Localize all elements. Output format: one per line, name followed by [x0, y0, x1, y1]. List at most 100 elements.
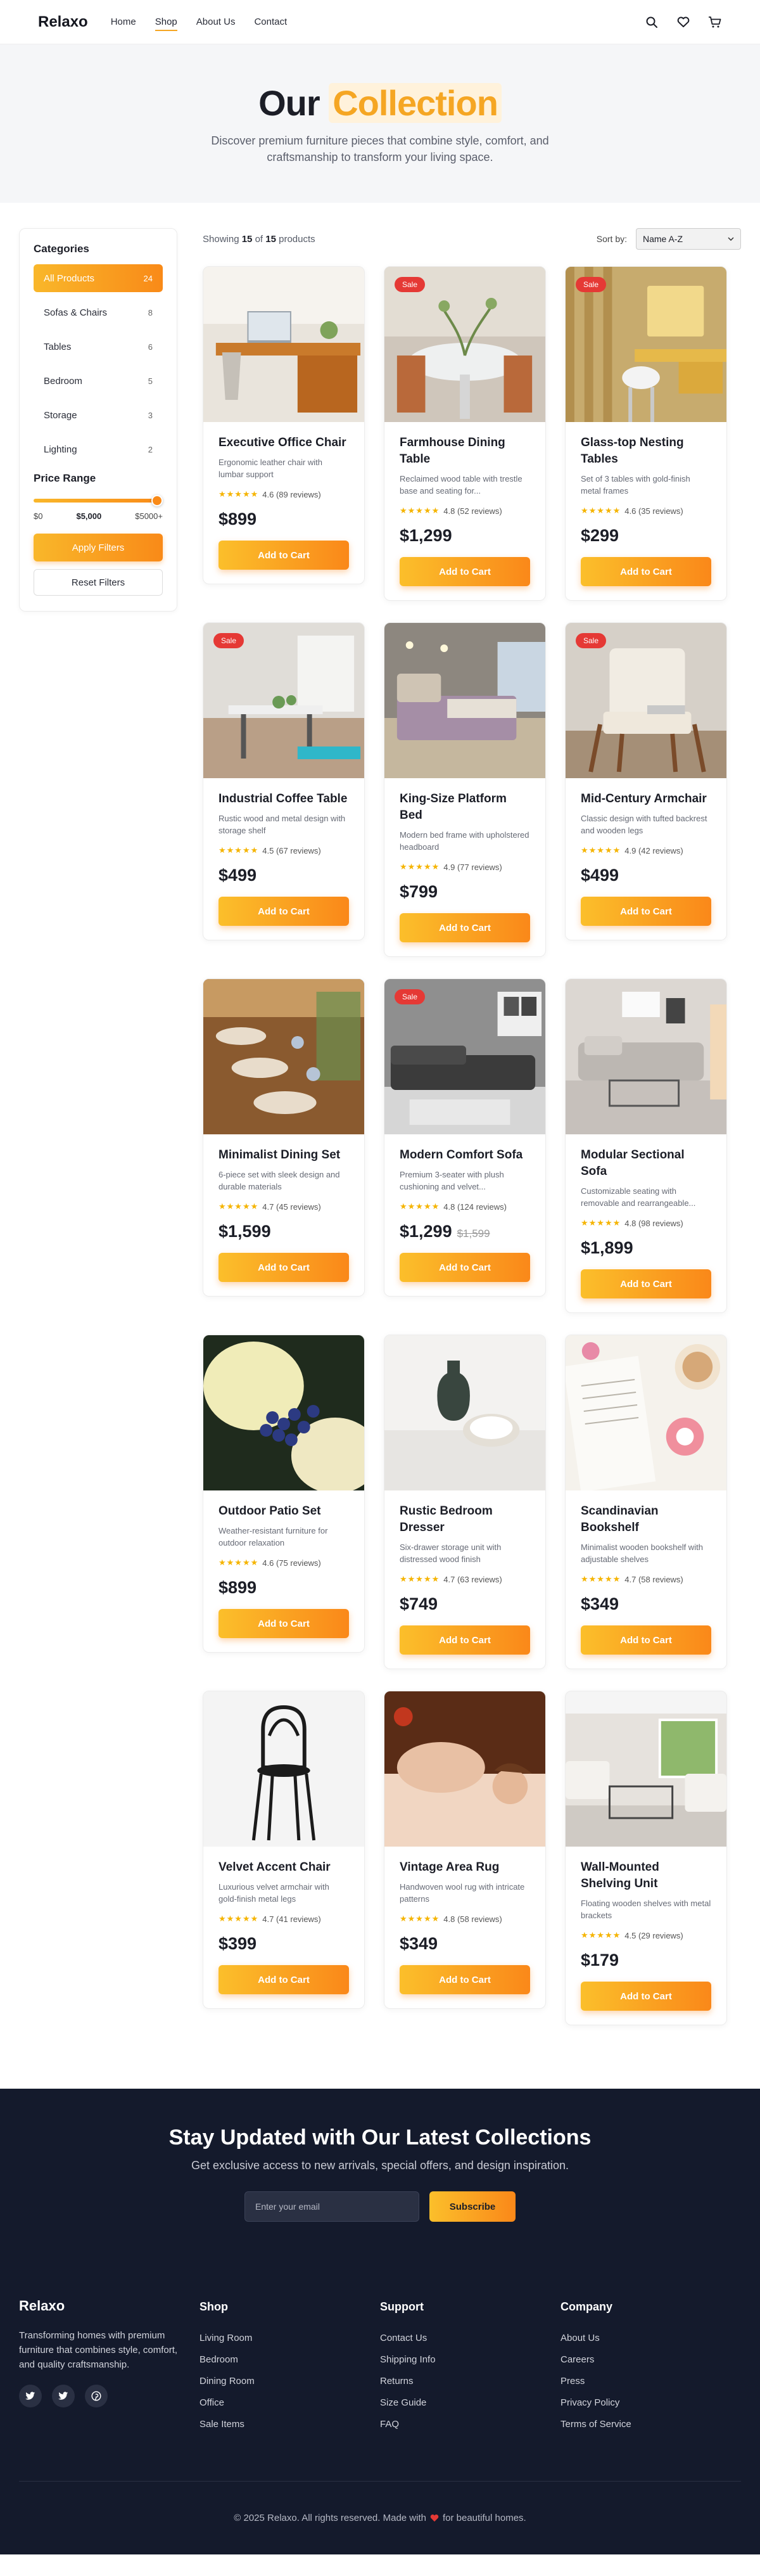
product-title[interactable]: Vintage Area Rug	[400, 1859, 530, 1876]
nav-link-contact[interactable]: Contact	[254, 13, 287, 31]
product-card[interactable]: Sale Farmhouse Dining Table Reclaimed wood…	[384, 266, 546, 601]
product-image[interactable]	[566, 1691, 726, 1847]
add-to-cart-button[interactable]: Add to Cart	[581, 897, 711, 926]
nav-link-home[interactable]: Home	[111, 13, 136, 31]
product-title[interactable]: Farmhouse Dining Table	[400, 435, 530, 468]
product-title[interactable]: Rustic Bedroom Dresser	[400, 1503, 530, 1536]
add-to-cart-button[interactable]: Add to Cart	[581, 1269, 711, 1298]
price-slider[interactable]	[34, 494, 163, 506]
category-item[interactable]: Tables 6	[34, 333, 163, 361]
product-image[interactable]: Sale	[384, 267, 545, 422]
add-to-cart-button[interactable]: Add to Cart	[400, 1253, 530, 1282]
twitter-icon[interactable]	[52, 2385, 75, 2407]
product-image[interactable]: Sale	[566, 267, 726, 422]
product-image[interactable]	[566, 979, 726, 1134]
twitter-icon[interactable]	[19, 2385, 42, 2407]
footer-link[interactable]: Shipping Info	[380, 2354, 560, 2365]
product-title[interactable]: Wall-Mounted Shelving Unit	[581, 1859, 711, 1892]
add-to-cart-button[interactable]: Add to Cart	[218, 1965, 349, 1994]
add-to-cart-button[interactable]: Add to Cart	[400, 913, 530, 942]
product-image[interactable]	[384, 623, 545, 778]
product-card[interactable]: Sale Mid-Century Armchair Classic design w…	[565, 622, 727, 940]
category-item[interactable]: Bedroom 5	[34, 367, 163, 395]
footer-link[interactable]: Contact Us	[380, 2333, 560, 2343]
add-to-cart-button[interactable]: Add to Cart	[581, 557, 711, 586]
product-title[interactable]: Executive Office Chair	[218, 435, 349, 451]
add-to-cart-button[interactable]: Add to Cart	[400, 1625, 530, 1655]
footer-link[interactable]: Bedroom	[200, 2354, 380, 2365]
add-to-cart-button[interactable]: Add to Cart	[218, 1253, 349, 1282]
footer-link[interactable]: About Us	[560, 2333, 741, 2343]
product-title[interactable]: Velvet Accent Chair	[218, 1859, 349, 1876]
product-title[interactable]: Scandinavian Bookshelf	[581, 1503, 711, 1536]
footer-link[interactable]: Office	[200, 2397, 380, 2408]
nav-link-about[interactable]: About Us	[196, 13, 236, 31]
product-card[interactable]: Sale Modern Comfort Sofa Premium 3-seater …	[384, 978, 546, 1297]
add-to-cart-button[interactable]: Add to Cart	[581, 1625, 711, 1655]
nav-link-shop[interactable]: Shop	[155, 13, 177, 31]
footer-link[interactable]: Living Room	[200, 2333, 380, 2343]
price-slider-thumb[interactable]	[151, 495, 163, 506]
product-image[interactable]	[203, 1335, 364, 1490]
subscribe-button[interactable]: Subscribe	[429, 2191, 516, 2222]
product-title[interactable]: Modern Comfort Sofa	[400, 1147, 530, 1163]
product-image[interactable]: Sale	[203, 623, 364, 778]
add-to-cart-button[interactable]: Add to Cart	[218, 897, 349, 926]
product-image[interactable]	[203, 1691, 364, 1847]
product-title[interactable]: Glass-top Nesting Tables	[581, 435, 711, 468]
email-input[interactable]: Enter your email	[244, 2191, 419, 2222]
footer-link[interactable]: Returns	[380, 2376, 560, 2387]
sort-select[interactable]: Name A-Z	[636, 228, 741, 250]
add-to-cart-button[interactable]: Add to Cart	[581, 1982, 711, 2011]
product-card[interactable]: Sale Glass-top Nesting Tables Set of 3 tab…	[565, 266, 727, 601]
product-image[interactable]	[566, 1335, 726, 1490]
footer-brand[interactable]: Relaxo	[19, 2298, 200, 2314]
product-card[interactable]: King-Size Platform Bed Modern bed frame w…	[384, 622, 546, 957]
product-card[interactable]: Rustic Bedroom Dresser Six-drawer storage…	[384, 1335, 546, 1669]
product-title[interactable]: Mid-Century Armchair	[581, 791, 711, 807]
footer-link[interactable]: Terms of Service	[560, 2419, 741, 2430]
reset-filters-button[interactable]: Reset Filters	[34, 569, 163, 596]
brand-logo[interactable]: Relaxo	[38, 13, 88, 31]
product-title[interactable]: Minimalist Dining Set	[218, 1147, 349, 1163]
footer-link[interactable]: Size Guide	[380, 2397, 560, 2408]
footer-link[interactable]: Careers	[560, 2354, 741, 2365]
product-card[interactable]: Scandinavian Bookshelf Minimalist wooden …	[565, 1335, 727, 1669]
product-image[interactable]	[203, 979, 364, 1134]
product-image[interactable]: Sale	[384, 979, 545, 1134]
footer-link[interactable]: FAQ	[380, 2419, 560, 2430]
product-image[interactable]	[384, 1691, 545, 1847]
product-card[interactable]: Outdoor Patio Set Weather-resistant furni…	[203, 1335, 365, 1653]
category-item[interactable]: Lighting 2	[34, 435, 163, 463]
product-image[interactable]	[203, 267, 364, 422]
product-card[interactable]: Velvet Accent Chair Luxurious velvet armc…	[203, 1691, 365, 2009]
product-title[interactable]: Modular Sectional Sofa	[581, 1147, 711, 1180]
add-to-cart-button[interactable]: Add to Cart	[218, 541, 349, 570]
add-to-cart-button[interactable]: Add to Cart	[400, 557, 530, 586]
search-icon[interactable]	[645, 15, 659, 29]
product-image[interactable]: Sale	[566, 623, 726, 778]
product-card[interactable]: Sale Industrial Coffee Table Rustic wood a…	[203, 622, 365, 940]
product-title[interactable]: Outdoor Patio Set	[218, 1503, 349, 1520]
category-item[interactable]: All Products 24	[34, 264, 163, 292]
product-title[interactable]: Industrial Coffee Table	[218, 791, 349, 807]
cart-icon[interactable]	[708, 15, 722, 29]
apply-filters-button[interactable]: Apply Filters	[34, 534, 163, 561]
product-title[interactable]: King-Size Platform Bed	[400, 791, 530, 824]
product-card[interactable]: Executive Office Chair Ergonomic leather …	[203, 266, 365, 584]
product-card[interactable]: Modular Sectional Sofa Customizable seati…	[565, 978, 727, 1313]
pinterest-icon[interactable]	[85, 2385, 108, 2407]
footer-link[interactable]: Sale Items	[200, 2419, 380, 2430]
heart-icon[interactable]	[676, 15, 690, 29]
footer-link[interactable]: Press	[560, 2376, 741, 2387]
category-item[interactable]: Storage 3	[34, 401, 163, 429]
product-card[interactable]: Vintage Area Rug Handwoven wool rug with …	[384, 1691, 546, 2009]
product-image[interactable]	[384, 1335, 545, 1490]
add-to-cart-button[interactable]: Add to Cart	[218, 1609, 349, 1638]
add-to-cart-button[interactable]: Add to Cart	[400, 1965, 530, 1994]
category-item[interactable]: Sofas & Chairs 8	[34, 298, 163, 326]
product-card[interactable]: Wall-Mounted Shelving Unit Floating woode…	[565, 1691, 727, 2025]
product-card[interactable]: Minimalist Dining Set 6-piece set with sl…	[203, 978, 365, 1297]
footer-link[interactable]: Dining Room	[200, 2376, 380, 2387]
footer-link[interactable]: Privacy Policy	[560, 2397, 741, 2408]
